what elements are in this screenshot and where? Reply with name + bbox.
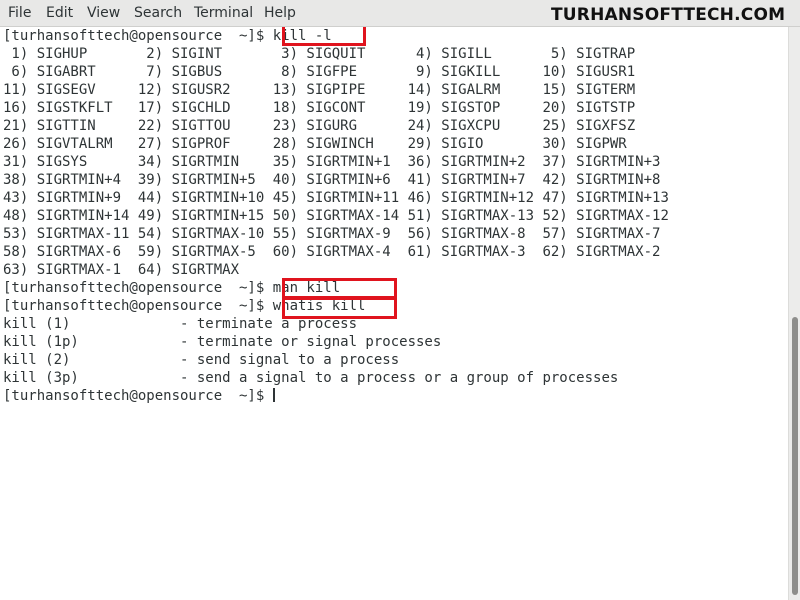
terminal-line: 53) SIGRTMAX-11 54) SIGRTMAX-10 55) SIGR… xyxy=(3,226,661,242)
terminal-line: kill (1) - terminate a process xyxy=(3,316,358,332)
terminal-line: [turhansofttech@opensource ~]$ man kill xyxy=(3,280,341,296)
terminal-line: 38) SIGRTMIN+4 39) SIGRTMIN+5 40) SIGRTM… xyxy=(3,172,661,188)
site-watermark: TURHANSOFTTECH.COM xyxy=(551,5,786,25)
terminal-prompt: [turhansofttech@opensource ~]$ xyxy=(3,387,275,405)
menu-file[interactable]: File xyxy=(8,5,31,21)
terminal-line: kill (1p) - terminate or signal processe… xyxy=(3,334,442,350)
terminal-line: kill (2) - send signal to a process xyxy=(3,352,400,368)
terminal-line: 1) SIGHUP 2) SIGINT 3) SIGQUIT 4) SIGILL… xyxy=(3,46,636,62)
terminal-line: [turhansofttech@opensource ~]$ kill -l xyxy=(3,28,332,44)
terminal-line: 11) SIGSEGV 12) SIGUSR2 13) SIGPIPE 14) … xyxy=(3,82,636,98)
menu-search[interactable]: Search xyxy=(134,5,182,21)
terminal-line: 31) SIGSYS 34) SIGRTMIN 35) SIGRTMIN+1 3… xyxy=(3,154,661,170)
menu-view[interactable]: View xyxy=(87,5,120,21)
menu-bar: File Edit View Search Terminal Help TURH… xyxy=(0,0,800,27)
terminal-prompt-text: [turhansofttech@opensource ~]$ xyxy=(3,388,273,404)
menu-help[interactable]: Help xyxy=(264,5,296,21)
text-cursor xyxy=(272,388,275,402)
scrollbar-thumb[interactable] xyxy=(792,317,798,595)
menu-terminal[interactable]: Terminal xyxy=(194,5,253,21)
terminal-line: [turhansofttech@opensource ~]$ whatis ki… xyxy=(3,298,366,314)
terminal-output[interactable]: [turhansofttech@opensource ~]$ kill -l 1… xyxy=(0,27,788,600)
terminal-line: 48) SIGRTMIN+14 49) SIGRTMIN+15 50) SIGR… xyxy=(3,208,669,224)
terminal-line: 21) SIGTTIN 22) SIGTTOU 23) SIGURG 24) S… xyxy=(3,118,636,134)
terminal-line: 16) SIGSTKFLT 17) SIGCHLD 18) SIGCONT 19… xyxy=(3,100,636,116)
terminal-line: 43) SIGRTMIN+9 44) SIGRTMIN+10 45) SIGRT… xyxy=(3,190,669,206)
terminal-line: 26) SIGVTALRM 27) SIGPROF 28) SIGWINCH 2… xyxy=(3,136,627,152)
terminal-line: kill (3p) - send a signal to a process o… xyxy=(3,370,619,386)
terminal-line: 58) SIGRTMAX-6 59) SIGRTMAX-5 60) SIGRTM… xyxy=(3,244,661,260)
terminal-line: 6) SIGABRT 7) SIGBUS 8) SIGFPE 9) SIGKIL… xyxy=(3,64,636,80)
terminal-line: 63) SIGRTMAX-1 64) SIGRTMAX xyxy=(3,262,240,278)
menu-edit[interactable]: Edit xyxy=(46,5,73,21)
vertical-scrollbar[interactable] xyxy=(788,27,800,600)
